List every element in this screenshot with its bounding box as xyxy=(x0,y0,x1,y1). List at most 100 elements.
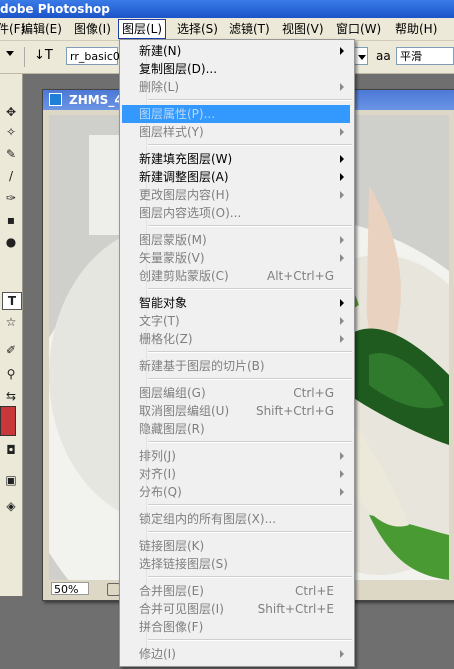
menu-shortcut: Shift+Ctrl+E xyxy=(257,602,334,616)
menu-item-align[interactable]: 对齐(I) xyxy=(122,465,350,483)
menu-item-layer-content-options[interactable]: 图层内容选项(O)... xyxy=(122,204,350,222)
menu-item-vector-mask[interactable]: 矢量蒙版(V) xyxy=(122,249,350,267)
submenu-arrow-icon xyxy=(340,236,344,244)
type-tool-icon[interactable]: T xyxy=(2,292,22,310)
menu-item-link-layers[interactable]: 链接图层(K) xyxy=(122,537,350,555)
toolbox: ✥ ✧ ✎ / ✑ ▪ ● T ☆ ✐ ⚲ ⇆ ◘ ▣ ◈ xyxy=(0,74,23,596)
menu-filter[interactable]: 滤镜(T) xyxy=(226,20,273,38)
menu-separator xyxy=(148,144,352,146)
anti-alias-icon: aa xyxy=(376,49,391,63)
eyedropper-icon[interactable]: ✐ xyxy=(2,342,20,358)
brush-tool-icon[interactable]: / xyxy=(2,168,20,184)
font-family-select[interactable]: rr_basic0 xyxy=(66,47,120,65)
menu-window[interactable]: 窗口(W) xyxy=(333,20,384,38)
layer-menu-dropdown: 新建(N) 复制图层(D)... 删除(L) 图层属性(P)... 图层样式(Y… xyxy=(119,39,355,667)
menu-separator xyxy=(148,504,352,506)
zoom-level-field[interactable]: 50% xyxy=(51,582,89,596)
app-titlebar: dobe Photoshop xyxy=(0,0,454,18)
menu-separator xyxy=(148,351,352,353)
menu-item-layer-mask[interactable]: 图层蒙版(M) xyxy=(122,231,350,249)
submenu-arrow-icon xyxy=(340,254,344,262)
menu-separator xyxy=(148,639,352,641)
healing-brush-icon[interactable]: ✎ xyxy=(2,146,20,162)
menu-item-new-fill-layer[interactable]: 新建填充图层(W) xyxy=(122,150,350,168)
menu-separator xyxy=(148,441,352,443)
menu-separator xyxy=(148,378,352,380)
swap-colors-icon[interactable]: ⇆ xyxy=(2,388,20,404)
menu-shortcut: Ctrl+E xyxy=(295,584,334,598)
magic-wand-icon[interactable]: ✧ xyxy=(2,124,20,140)
jump-to-imageready-icon[interactable]: ◈ xyxy=(2,498,20,514)
submenu-arrow-icon xyxy=(340,191,344,199)
menu-view[interactable]: 视图(V) xyxy=(279,20,327,38)
tool-preset-dropdown-icon[interactable] xyxy=(6,51,14,56)
menu-item-layer-properties[interactable]: 图层属性(P)... xyxy=(122,105,350,123)
submenu-arrow-icon xyxy=(340,83,344,91)
submenu-arrow-icon xyxy=(340,47,344,55)
screen-mode-icon[interactable]: ▣ xyxy=(2,472,20,488)
anti-alias-select[interactable]: 平滑 xyxy=(396,47,454,65)
submenu-arrow-icon xyxy=(340,317,344,325)
text-orientation-icon[interactable]: ↓T xyxy=(34,48,53,63)
menu-item-hide-layers[interactable]: 隐藏图层(R) xyxy=(122,420,350,438)
menu-item-new-adjustment-layer[interactable]: 新建调整图层(A) xyxy=(122,168,350,186)
history-brush-icon[interactable]: ✑ xyxy=(2,190,20,206)
font-size-dropdown[interactable] xyxy=(354,47,368,65)
menu-separator xyxy=(148,225,352,227)
menu-item-merge-layers[interactable]: 合并图层(E) Ctrl+E xyxy=(122,582,350,600)
app-title: dobe Photoshop xyxy=(0,2,110,16)
submenu-arrow-icon xyxy=(340,335,344,343)
menu-item-smart-object[interactable]: 智能对象 xyxy=(122,294,350,312)
menu-item-matting[interactable]: 修边(I) xyxy=(122,645,350,663)
menu-item-duplicate-layer[interactable]: 复制图层(D)... xyxy=(122,60,350,78)
submenu-arrow-icon xyxy=(340,155,344,163)
submenu-arrow-icon xyxy=(340,488,344,496)
custom-shape-icon[interactable]: ☆ xyxy=(2,314,20,330)
menu-separator xyxy=(148,531,352,533)
menu-separator xyxy=(148,576,352,578)
menu-item-new-layer-based-slice[interactable]: 新建基于图层的切片(B) xyxy=(122,357,350,375)
move-tool-icon[interactable]: ✥ xyxy=(2,104,20,120)
menu-image[interactable]: 图像(I) xyxy=(71,20,114,38)
menu-item-ungroup-layers[interactable]: 取消图层编组(U) Shift+Ctrl+G xyxy=(122,402,350,420)
submenu-arrow-icon xyxy=(340,173,344,181)
menu-item-merge-visible[interactable]: 合并可见图层(I) Shift+Ctrl+E xyxy=(122,600,350,618)
gradient-tool-icon[interactable]: ▪ xyxy=(2,212,20,228)
chevron-down-icon xyxy=(358,55,366,60)
zoom-tool-icon[interactable]: ⚲ xyxy=(2,366,20,382)
document-title: ZHMS_4 xyxy=(69,93,123,107)
dodge-tool-icon[interactable]: ● xyxy=(2,234,20,250)
submenu-arrow-icon xyxy=(340,128,344,136)
menu-item-rasterize[interactable]: 栅格化(Z) xyxy=(122,330,350,348)
menu-edit[interactable]: 编辑(E) xyxy=(18,20,65,38)
menu-item-new[interactable]: 新建(N) xyxy=(122,42,350,60)
menu-item-distribute[interactable]: 分布(Q) xyxy=(122,483,350,501)
submenu-arrow-icon xyxy=(340,470,344,478)
menu-item-arrange[interactable]: 排列(J) xyxy=(122,447,350,465)
quick-mask-icon[interactable]: ◘ xyxy=(2,442,20,458)
menu-shortcut: Alt+Ctrl+G xyxy=(266,269,334,283)
menu-shortcut: Ctrl+G xyxy=(293,386,334,400)
menu-item-group-layers[interactable]: 图层编组(G) Ctrl+G xyxy=(122,384,350,402)
menu-item-delete[interactable]: 删除(L) xyxy=(122,78,350,96)
submenu-arrow-icon xyxy=(340,452,344,460)
menu-item-lock-all-layers-in-group[interactable]: 锁定组内的所有图层(X)... xyxy=(122,510,350,528)
options-divider xyxy=(24,47,25,67)
menu-separator xyxy=(148,288,352,290)
menu-item-select-linked-layers[interactable]: 选择链接图层(S) xyxy=(122,555,350,573)
foreground-color-swatch[interactable] xyxy=(0,406,16,436)
menu-item-layer-style[interactable]: 图层样式(Y) xyxy=(122,123,350,141)
menu-item-type[interactable]: 文字(T) xyxy=(122,312,350,330)
submenu-arrow-icon xyxy=(340,299,344,307)
menu-select[interactable]: 选择(S) xyxy=(174,20,221,38)
submenu-arrow-icon xyxy=(340,650,344,658)
menu-item-flatten-image[interactable]: 拼合图像(F) xyxy=(122,618,350,636)
menubar: 件(F) 编辑(E) 图像(I) 图层(L) 选择(S) 滤镜(T) 视图(V)… xyxy=(0,18,454,41)
menu-item-create-clipping-mask[interactable]: 创建剪贴蒙版(C) Alt+Ctrl+G xyxy=(122,267,350,285)
menu-help[interactable]: 帮助(H) xyxy=(392,20,440,38)
photoshop-doc-icon xyxy=(49,93,62,106)
menu-layer[interactable]: 图层(L) xyxy=(118,19,167,39)
menu-separator xyxy=(148,99,352,101)
menu-item-change-layer-content[interactable]: 更改图层内容(H) xyxy=(122,186,350,204)
menu-shortcut: Shift+Ctrl+G xyxy=(255,404,334,418)
